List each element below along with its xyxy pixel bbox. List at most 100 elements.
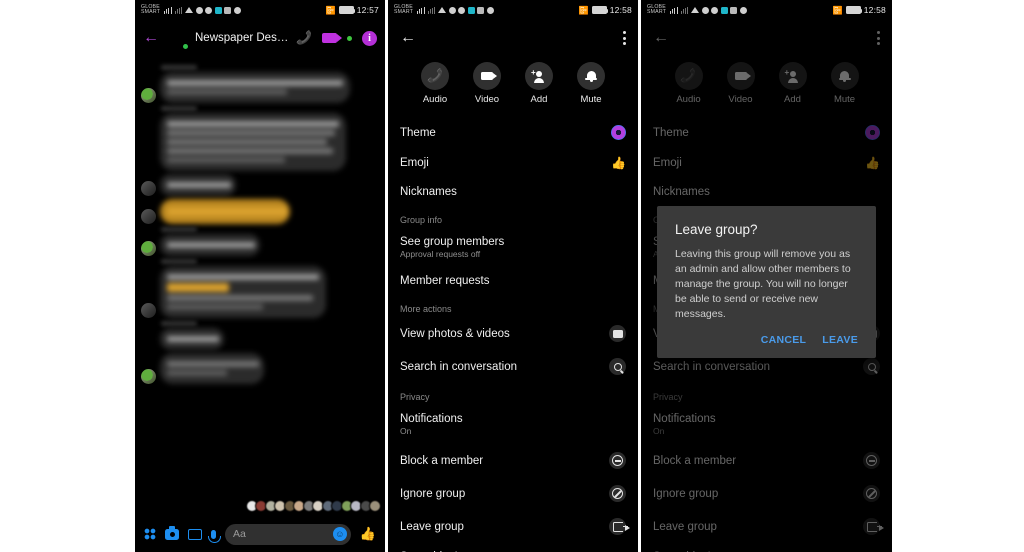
menu-item-view-photos-videos[interactable]: View photos & videos [388,317,638,350]
message-row[interactable] [141,199,379,224]
message-bubble[interactable] [160,328,224,350]
reaction-avatars-row[interactable] [245,500,381,512]
redacted-text-line [167,370,227,376]
quick-action-audio[interactable]: 📞 Audio [674,62,703,105]
gallery-icon[interactable] [188,528,202,540]
message-bubble[interactable] [160,266,326,318]
lock-icon [730,6,738,14]
dialog-body: Leaving this group will remove you as an… [675,248,851,320]
menu-item-notifications[interactable]: Notifications On [388,405,638,444]
quick-action-label: Audio [422,94,448,105]
signal-bars-icon [417,6,426,14]
menu-item-ignore-group[interactable]: Ignore group [641,477,892,510]
quick-action-add[interactable]: + Add [778,62,807,105]
menu-item-label: Emoji [400,157,429,169]
menu-item-label: Theme [400,126,436,139]
message-bubble[interactable] [160,72,350,103]
message-row[interactable] [141,328,379,350]
menu-item-label: Nicknames [653,186,710,198]
carrier-label: GLOBE SMART [141,4,160,16]
vibrate-icon: 📴 [832,5,843,15]
menu-item-block-a-member[interactable]: Block a member [641,444,892,477]
message-row[interactable] [141,72,379,103]
message-bubble[interactable] [160,234,260,256]
lock-icon [477,6,485,14]
reaction-avatar [369,500,381,512]
status-right: 📴 12:58 [579,5,632,15]
back-arrow-icon[interactable]: ← [653,30,669,46]
emoji-icon[interactable]: ☺ [332,527,347,541]
quick-action-add[interactable]: + Add [525,62,553,105]
menu-item-emoji[interactable]: Emoji 👍 [388,148,638,178]
back-arrow-icon[interactable]: ← [400,30,416,46]
dialog-actions: CANCEL LEAVE [675,322,858,352]
redacted-text-line [167,130,335,136]
menu-item-member-requests[interactable]: Member requests [388,267,638,295]
menu-item-ignore-group[interactable]: Ignore group [388,477,638,510]
app-icon-teal [467,6,475,14]
add-person-icon: + [525,62,553,90]
leave-button[interactable]: LEAVE [822,334,858,346]
bell-icon [830,62,859,90]
menu-item-somethings-wrong[interactable]: Something's wrong Give feedback and repo… [641,543,892,552]
chat-header: ← Newspaper Desig... 📞 i [135,20,385,56]
menu-item-leave-group[interactable]: Leave group [388,510,638,543]
info-icon[interactable]: i [362,30,377,46]
message-bubble[interactable] [160,174,236,196]
quick-action-label: Video [728,94,753,105]
video-camera-icon[interactable] [322,33,342,43]
cancel-button[interactable]: CANCEL [761,334,807,346]
lock-icon [224,6,232,14]
menu-item-theme[interactable]: Theme [641,117,892,148]
message-bubble[interactable] [160,113,346,171]
more-options-icon[interactable] [877,31,880,45]
status-right: 📴 12:58 [833,5,886,15]
page-title: Newspaper Desig... [195,32,289,44]
message-row[interactable] [141,234,379,256]
message-row[interactable] [141,174,379,196]
thumbs-up-icon: 👍 [865,156,880,170]
redacted-text-line [167,242,255,248]
more-options-icon[interactable] [623,31,626,45]
message-row[interactable] [141,266,379,318]
menu-item-block-a-member[interactable]: Block a member [388,444,638,477]
menu-item-theme[interactable]: Theme [388,117,638,148]
quick-action-mute[interactable]: Mute [577,62,605,105]
menu-item-label: Member requests [400,275,490,287]
menu-item-notifications[interactable]: Notifications On [641,405,892,444]
avatar[interactable] [166,27,189,50]
quick-action-audio[interactable]: 📞 Audio [421,62,449,105]
redacted-text-line [167,89,287,95]
section-header-more-actions: More actions [400,304,452,314]
menu-item-leave-group[interactable]: Leave group [641,510,892,543]
menu-item-emoji[interactable]: Emoji 👍 [641,148,892,178]
message-row[interactable] [141,113,379,171]
camera-icon[interactable] [165,526,179,540]
carrier-label: GLOBE SMART [647,4,666,16]
message-bubble-highlight[interactable] [160,199,290,224]
menu-item-see-group-members[interactable]: See group members Approval requests off [388,228,638,267]
menu-item-search-in-conversation[interactable]: Search in conversation [388,350,638,383]
menu-item-nicknames[interactable]: Nicknames [388,178,638,206]
redacted-text-line [167,139,327,145]
message-input[interactable]: Aa ☺ [225,523,351,545]
quick-action-video[interactable]: Video [726,62,755,105]
message-composer[interactable]: Aa ☺ 👍 [135,516,385,552]
message-thread[interactable] [135,56,385,516]
quick-action-video[interactable]: Video [473,62,501,105]
menu-item-somethings-wrong[interactable]: Something's wrong Give feedback and repo… [388,543,638,552]
status-clock: 12:58 [609,5,632,15]
message-bubble[interactable] [160,353,264,384]
thumbs-up-icon[interactable]: 👍 [360,526,376,542]
message-row[interactable] [141,353,379,384]
back-arrow-icon[interactable]: ← [143,30,159,46]
apps-grid-icon[interactable] [144,528,156,540]
battery-icon [845,6,863,14]
quick-action-mute[interactable]: Mute [830,62,859,105]
status-clock: 12:58 [863,5,886,15]
menu-item-nicknames[interactable]: Nicknames [641,178,892,206]
block-icon [609,452,626,469]
microphone-icon[interactable] [208,529,221,543]
timestamp-redacted [161,321,197,326]
phone-icon[interactable]: 📞 [296,30,312,46]
